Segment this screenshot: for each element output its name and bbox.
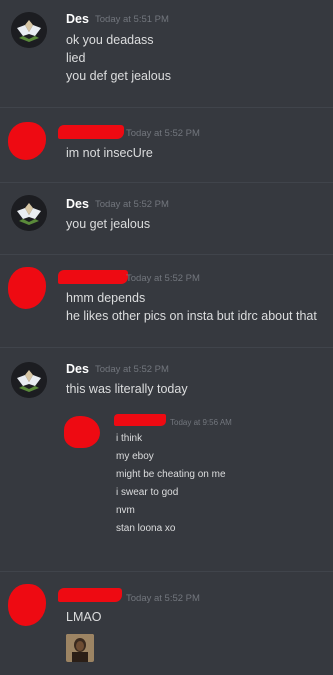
message-group: Des Today at 5:52 PM you get jealous (0, 183, 333, 253)
username[interactable]: Des (66, 362, 89, 376)
message-text: nvm (116, 505, 135, 516)
timestamp: Today at 5:52 PM (95, 199, 169, 210)
message-text: LMAO (66, 610, 102, 624)
redacted-avatar[interactable] (8, 122, 46, 160)
timestamp: Today at 5:52 PM (126, 128, 200, 139)
redacted-avatar (64, 416, 100, 448)
image-attachment[interactable] (66, 634, 94, 662)
message-text: my eboy (116, 451, 154, 462)
username[interactable]: Des (66, 197, 89, 211)
message-text: lied (66, 51, 86, 65)
redacted-username (58, 588, 122, 602)
timestamp: Today at 5:52 PM (126, 273, 200, 284)
message-text: you get jealous (66, 217, 151, 231)
avatar-icon (11, 12, 47, 48)
user-avatar[interactable] (11, 195, 47, 231)
timestamp: Today at 5:52 PM (126, 593, 200, 604)
redacted-avatar[interactable] (8, 584, 46, 626)
redacted-username (114, 414, 166, 426)
message-text: you def get jealous (66, 69, 171, 83)
photo-thumbnail-icon (66, 634, 94, 662)
embedded-screenshot[interactable]: Today at 9:56 AM i think my eboy might b… (60, 406, 260, 556)
redacted-username (58, 125, 124, 139)
redacted-username (58, 270, 128, 284)
message-text: stan loona xo (116, 523, 176, 534)
message-group: Des Today at 5:51 PM ok you deadass lied… (0, 0, 333, 105)
message-group: Today at 5:52 PM im not insecUre (0, 108, 333, 178)
message-group: Today at 5:52 PM hmm depends he likes ot… (0, 255, 333, 350)
message-group: Today at 5:52 PM LMAO (0, 572, 333, 675)
message-text: might be cheating on me (116, 469, 226, 480)
avatar-icon (11, 195, 47, 231)
user-avatar[interactable] (11, 362, 47, 398)
avatar-icon (11, 362, 47, 398)
timestamp: Today at 5:52 PM (95, 364, 169, 375)
message-text: he likes other pics on insta but idrc ab… (66, 309, 317, 323)
user-avatar[interactable] (11, 12, 47, 48)
username[interactable]: Des (66, 12, 89, 26)
message-text: this was literally today (66, 382, 188, 396)
message-text: hmm depends (66, 291, 146, 305)
message-text: ok you deadass (66, 33, 154, 47)
timestamp: Today at 5:51 PM (95, 14, 169, 25)
message-text: i think (116, 433, 143, 444)
message-text: i swear to god (116, 487, 179, 498)
redacted-avatar[interactable] (8, 267, 46, 309)
message-group: Des Today at 5:52 PM this was literally … (0, 348, 333, 573)
chat-screen: { "messages": [ { "author": "Des", "time… (0, 0, 333, 675)
message-text: im not insecUre (66, 146, 153, 160)
timestamp: Today at 9:56 AM (170, 418, 232, 427)
